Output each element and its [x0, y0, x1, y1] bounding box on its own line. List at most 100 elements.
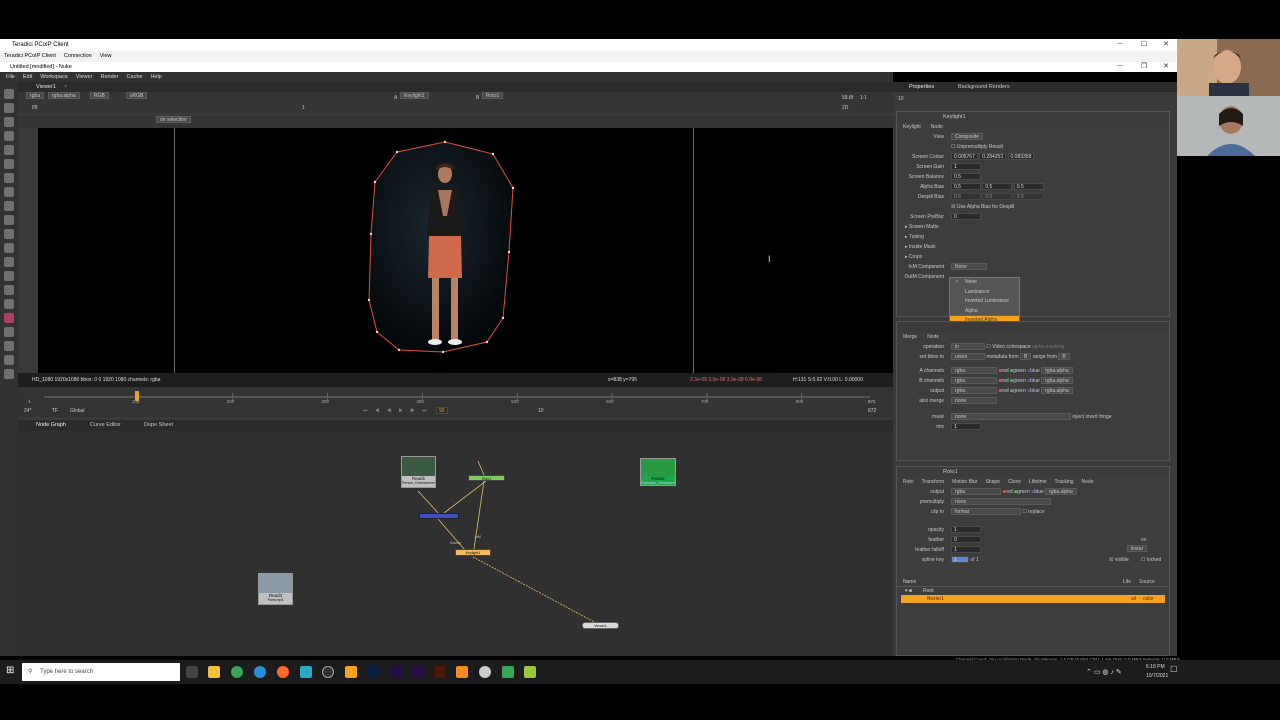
input-a-dropdown[interactable]: Keylight1	[400, 92, 429, 99]
channels-dropdown[interactable]: rgba	[26, 92, 45, 99]
tab-tracking[interactable]: Tracking	[1055, 477, 1074, 487]
merge-tool-icon[interactable]	[4, 187, 14, 197]
node-keylight1[interactable]: Keylight1	[455, 549, 491, 556]
roto-alpha-dropdown[interactable]: rgba.alpha	[1045, 488, 1077, 496]
node-roto1[interactable]: Roto1	[468, 475, 505, 481]
tab-clone[interactable]: Clone	[1008, 477, 1021, 487]
photoshop-icon[interactable]	[367, 666, 379, 678]
preblur-field[interactable]: 0	[951, 213, 981, 221]
pcoip-menu-view[interactable]: View	[100, 51, 112, 62]
menu-file[interactable]: File	[6, 72, 15, 82]
tab-transform[interactable]: Transform	[922, 477, 945, 487]
b-alpha-dropdown[interactable]: rgba.alpha	[1041, 377, 1073, 385]
menu-cache[interactable]: Cache	[127, 72, 143, 82]
fps-dropdown[interactable]: 24*	[24, 407, 32, 416]
app-icon-3[interactable]	[479, 666, 491, 678]
ocula-tool-icon[interactable]	[4, 341, 14, 351]
operation-dropdown[interactable]: in	[951, 343, 985, 351]
node-read3[interactable]: Read3 Paris.mp4	[258, 573, 293, 605]
pcoip-client-icon[interactable]	[345, 666, 357, 678]
pcoip-menu-client[interactable]: Teradici PCoIP Client	[4, 51, 56, 62]
a-alpha-dropdown[interactable]: rgba.alpha	[1041, 367, 1073, 375]
screen-gain-field[interactable]: 1	[951, 163, 981, 171]
a-channels-dropdown[interactable]: rgba	[951, 367, 997, 375]
tab-keylight-node[interactable]: Node	[931, 122, 943, 132]
despill-bias-b[interactable]: 0.5	[1013, 193, 1044, 201]
output-dropdown[interactable]: rgba	[951, 387, 997, 395]
visible-checkbox[interactable]: ☒ visible	[1109, 555, 1129, 565]
screen-balance-field[interactable]: 0.5	[951, 173, 981, 181]
tab-keylight[interactable]: Keylight	[903, 122, 921, 132]
range-dropdown[interactable]: B	[1058, 353, 1070, 361]
nuke-restore-icon[interactable]: ❐	[1134, 62, 1154, 72]
app-icon-4[interactable]	[502, 666, 514, 678]
draw-tool-icon[interactable]	[4, 103, 14, 113]
menu-viewer[interactable]: Viewer	[76, 72, 93, 82]
option-luminance[interactable]: Luminance	[950, 288, 1019, 298]
task-view-icon[interactable]	[186, 666, 198, 678]
clip-to-dropdown[interactable]: format	[951, 508, 1021, 516]
color-tool-icon[interactable]	[4, 145, 14, 155]
after-effects-icon[interactable]	[390, 666, 402, 678]
list-header-source[interactable]: Source	[1139, 577, 1155, 587]
menu-render[interactable]: Render	[101, 72, 119, 82]
clock-date[interactable]: 10/7/2021	[1146, 673, 1168, 679]
global-dropdown[interactable]: Global	[70, 407, 84, 416]
particles-tool-icon[interactable]	[4, 271, 14, 281]
file-explorer-icon[interactable]	[208, 666, 220, 678]
inm-component-dropdown[interactable]: None	[951, 263, 987, 271]
invert-label[interactable]: invert	[1085, 414, 1097, 420]
bezier-row[interactable]: Bezier1 all color	[901, 595, 1165, 603]
group-inside-mask[interactable]: Inside Mask	[909, 244, 936, 250]
viewer-tab[interactable]: Viewer1	[36, 82, 56, 92]
keylight-node-name[interactable]: Keylight1	[943, 114, 966, 120]
frame-step-field[interactable]: 10	[538, 407, 544, 416]
group-crops[interactable]: Crops	[909, 254, 922, 260]
edge-icon[interactable]	[254, 666, 266, 678]
metadata-dropdown[interactable]: B	[1020, 353, 1032, 361]
current-frame-field[interactable]: 90	[436, 407, 448, 414]
filter-tool-icon[interactable]	[4, 159, 14, 169]
illustrator-icon[interactable]	[434, 666, 446, 678]
bbox-dropdown[interactable]: union	[951, 353, 985, 361]
menu-help[interactable]: Help	[150, 72, 161, 82]
tab-motion-blur[interactable]: Motion Blur	[952, 477, 977, 487]
roto-node-name[interactable]: Roto1	[943, 469, 958, 475]
feather-on-label[interactable]: on	[1141, 535, 1147, 545]
transform-tool-icon[interactable]	[4, 201, 14, 211]
keyer-tool-icon[interactable]	[4, 173, 14, 183]
cara-tool-icon[interactable]	[4, 327, 14, 337]
tab-merge-node[interactable]: Node	[927, 332, 939, 342]
metadata-tool-icon[interactable]	[4, 243, 14, 253]
maximize-icon[interactable]: ☐	[1134, 39, 1154, 51]
tab-shape[interactable]: Shape	[985, 477, 999, 487]
locked-checkbox[interactable]: ☐ locked	[1141, 555, 1161, 565]
falloff-field[interactable]: 1	[951, 546, 981, 554]
furnace-tool-icon[interactable]	[4, 313, 14, 323]
option-none[interactable]: ✓ None	[950, 278, 1019, 288]
tab-node-graph[interactable]: Node Graph	[36, 420, 66, 431]
tab-curve-editor[interactable]: Curve Editor	[90, 420, 121, 431]
opacity-field[interactable]: 1	[951, 526, 981, 534]
properties-count[interactable]: 10	[898, 96, 904, 102]
screen-colour-b[interactable]: 0.083358	[1007, 153, 1035, 161]
close-icon[interactable]: ✕	[1156, 39, 1176, 51]
node-read1[interactable]: Read1 Person_Greenscreen.mp4	[401, 456, 436, 488]
time-tool-icon[interactable]	[4, 117, 14, 127]
other-tool-icon[interactable]	[4, 299, 14, 309]
group-tuning[interactable]: Tuning	[909, 234, 924, 240]
clock-time[interactable]: 6:18 PM	[1146, 664, 1165, 670]
feather-field[interactable]: 0	[951, 536, 981, 544]
list-header-name[interactable]: Name	[903, 577, 916, 587]
toolsets-tool-icon[interactable]	[4, 285, 14, 295]
menu-edit[interactable]: Edit	[23, 72, 32, 82]
lut-dropdown[interactable]: sRGB	[126, 92, 148, 99]
display-dropdown[interactable]: RGB	[90, 92, 109, 99]
mix-field[interactable]: 1	[951, 423, 981, 431]
notifications-icon[interactable]: ▢	[1170, 664, 1178, 673]
option-inverted-luminance[interactable]: Inverted Luminance	[950, 297, 1019, 307]
channel-tool-icon[interactable]	[4, 131, 14, 141]
nuke-close-icon[interactable]: ✕	[1156, 62, 1176, 72]
plugins-tool-icon[interactable]	[4, 355, 14, 365]
node-read2[interactable]: Read2 Explosion_Greenscreen.mp4	[640, 458, 676, 486]
